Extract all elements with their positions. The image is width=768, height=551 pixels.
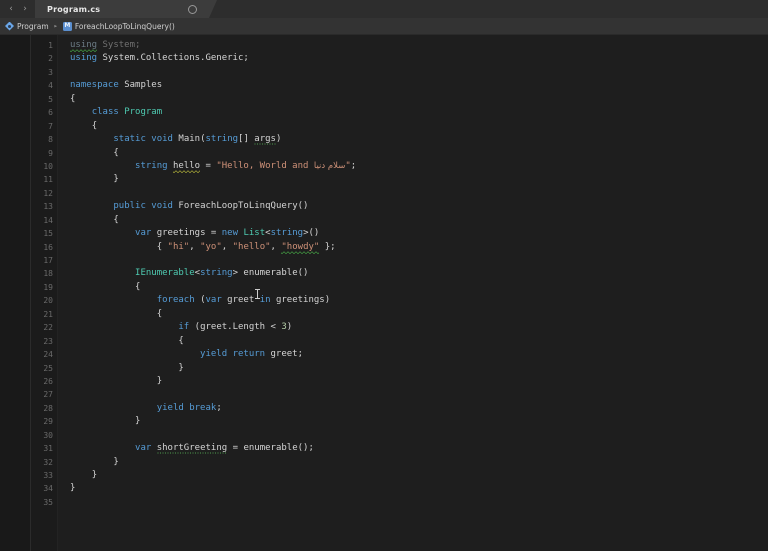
line-number: 29 <box>31 415 57 428</box>
code-line: var shortGreeting = enumerable(); <box>70 442 768 455</box>
line-number: 24 <box>31 348 57 361</box>
code-line: } <box>70 456 768 469</box>
line-number: 18 <box>31 267 57 280</box>
line-number: 10 <box>31 160 57 173</box>
text-cursor <box>257 289 258 299</box>
code-line <box>70 496 768 509</box>
line-number: 14 <box>31 214 57 227</box>
code-line <box>70 187 768 200</box>
navigate-forward-icon[interactable]: › <box>18 1 32 17</box>
code-line: foreach (var greet in greetings) <box>70 294 768 307</box>
code-editor-window: ‹ › Program.cs Program ▸ M ForeachLoopTo… <box>0 0 768 551</box>
line-number: 31 <box>31 442 57 455</box>
tab-program-cs[interactable]: Program.cs <box>35 0 217 18</box>
editor-left-strip <box>0 34 31 551</box>
tab-label: Program.cs <box>47 5 100 14</box>
code-line: yield break; <box>70 402 768 415</box>
code-line: } <box>70 173 768 186</box>
line-number: 3 <box>31 66 57 79</box>
code-line: var greetings = new List<string>() <box>70 227 768 240</box>
line-number: 34 <box>31 482 57 495</box>
line-number: 6 <box>31 106 57 119</box>
line-number: 23 <box>31 335 57 348</box>
breadcrumb-method-label: ForeachLoopToLinqQuery() <box>75 22 175 31</box>
line-number: 2 <box>31 52 57 65</box>
line-number: 4 <box>31 79 57 92</box>
line-number: 26 <box>31 375 57 388</box>
code-line: { <box>70 214 768 227</box>
code-line <box>70 388 768 401</box>
code-line: { <box>70 281 768 294</box>
line-number: 22 <box>31 321 57 334</box>
code-line <box>70 254 768 267</box>
line-number: 8 <box>31 133 57 146</box>
line-number: 5 <box>31 93 57 106</box>
code-line: namespace Samples <box>70 79 768 92</box>
code-line: yield return greet; <box>70 348 768 361</box>
code-line: } <box>70 415 768 428</box>
code-line: } <box>70 375 768 388</box>
line-number: 30 <box>31 429 57 442</box>
code-line: { <box>70 335 768 348</box>
code-line <box>70 66 768 79</box>
breadcrumb-item-class[interactable]: Program <box>5 22 49 31</box>
line-number: 1 <box>31 39 57 52</box>
code-line: { "hi", "yo", "hello", "howdy" }; <box>70 241 768 254</box>
line-number: 13 <box>31 200 57 213</box>
code-line: IEnumerable<string> enumerable() <box>70 267 768 280</box>
line-number: 32 <box>31 456 57 469</box>
code-line: using System; <box>70 39 768 52</box>
line-number-gutter: 1234567891011121314151617181920212223242… <box>31 34 58 551</box>
line-number: 15 <box>31 227 57 240</box>
code-line: { <box>70 93 768 106</box>
line-number: 20 <box>31 294 57 307</box>
code-line: public void ForeachLoopToLinqQuery() <box>70 200 768 213</box>
code-line: } <box>70 362 768 375</box>
navigation-buttons: ‹ › <box>0 0 35 18</box>
code-line: } <box>70 482 768 495</box>
code-line: using System.Collections.Generic; <box>70 52 768 65</box>
breadcrumb-separator-icon: ▸ <box>53 22 59 30</box>
code-line: if (greet.Length < 3) <box>70 321 768 334</box>
line-number: 12 <box>31 187 57 200</box>
line-number: 17 <box>31 254 57 267</box>
breadcrumb-item-method[interactable]: M ForeachLoopToLinqQuery() <box>63 22 175 31</box>
line-number: 27 <box>31 388 57 401</box>
code-content[interactable]: using System; using System.Collections.G… <box>58 34 768 551</box>
editor-tab-bar: ‹ › Program.cs <box>0 0 768 18</box>
code-line: static void Main(string[] args) <box>70 133 768 146</box>
code-line: { <box>70 147 768 160</box>
code-line: { <box>70 308 768 321</box>
method-m-icon: M <box>63 22 72 31</box>
line-number: 25 <box>31 362 57 375</box>
breadcrumb: Program ▸ M ForeachLoopToLinqQuery() <box>0 18 768 35</box>
line-number: 21 <box>31 308 57 321</box>
close-icon[interactable] <box>188 5 197 14</box>
line-number: 7 <box>31 120 57 133</box>
code-line: } <box>70 469 768 482</box>
breadcrumb-class-label: Program <box>17 22 49 31</box>
code-line: string hello = "Hello, World and سلام دن… <box>70 160 768 173</box>
class-diamond-icon <box>5 22 14 31</box>
code-line: class Program <box>70 106 768 119</box>
navigate-back-icon[interactable]: ‹ <box>4 1 18 17</box>
line-number: 33 <box>31 469 57 482</box>
editor-surface[interactable]: 1234567891011121314151617181920212223242… <box>0 34 768 551</box>
code-line: { <box>70 120 768 133</box>
line-number: 16 <box>31 241 57 254</box>
line-number: 19 <box>31 281 57 294</box>
line-number: 9 <box>31 147 57 160</box>
line-number: 11 <box>31 173 57 186</box>
line-number: 35 <box>31 496 57 509</box>
line-number: 28 <box>31 402 57 415</box>
code-line <box>70 429 768 442</box>
